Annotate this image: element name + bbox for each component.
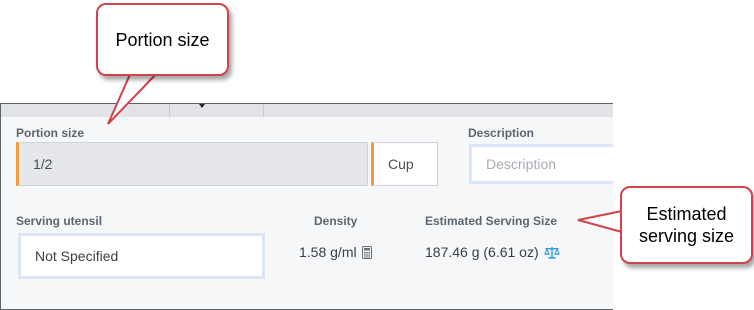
estimated-callout-text: Estimated serving size [638, 204, 735, 246]
portion-size-callout: Portion size [96, 3, 229, 76]
estimated-serving-size-callout: Estimated serving size [620, 186, 753, 264]
